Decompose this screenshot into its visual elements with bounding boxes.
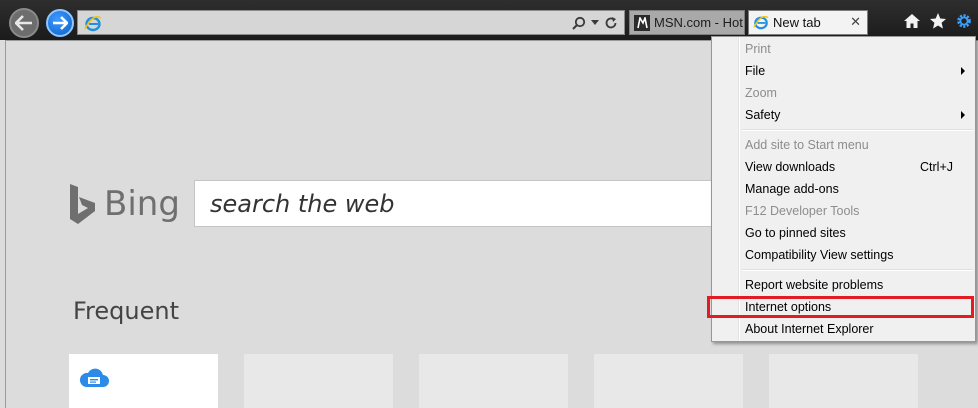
menu-item-manage-add-ons[interactable]: Manage add-ons	[712, 178, 975, 200]
menu-item-label: File	[745, 64, 766, 78]
menu-item-view-downloads[interactable]: View downloads Ctrl+J	[712, 156, 975, 178]
submenu-arrow-icon	[961, 67, 965, 75]
home-icon[interactable]	[903, 12, 921, 30]
menu-item-label: Print	[745, 42, 771, 56]
bing-b-icon	[70, 184, 95, 224]
favorites-star-icon[interactable]	[929, 12, 947, 30]
command-icons	[903, 12, 973, 30]
chevron-down-icon[interactable]	[591, 20, 599, 26]
bing-wordmark: Bing	[104, 184, 180, 224]
frequent-heading: Frequent	[73, 297, 179, 325]
back-button[interactable]	[9, 8, 39, 38]
menu-item-compatibility-view[interactable]: Compatibility View settings	[712, 244, 975, 266]
search-icon[interactable]	[572, 16, 586, 30]
frequent-tile[interactable]	[769, 354, 918, 408]
refresh-icon[interactable]	[604, 16, 618, 30]
menu-item-shortcut: Ctrl+J	[920, 160, 953, 174]
menu-separator	[742, 269, 973, 271]
bing-logo[interactable]: Bing	[69, 183, 180, 225]
menu-item-f12-developer-tools[interactable]: F12 Developer Tools	[712, 200, 975, 222]
tab-msn[interactable]: MSN.com - Hot...	[629, 10, 745, 35]
menu-item-print[interactable]: Print	[712, 38, 975, 60]
menu-item-label: Report website problems	[745, 278, 884, 292]
menu-item-file[interactable]: File	[712, 60, 975, 82]
menu-item-safety[interactable]: Safety	[712, 104, 975, 126]
search-input[interactable]: search the web	[194, 180, 734, 227]
menu-item-label: F12 Developer Tools	[745, 204, 860, 218]
menu-item-label: Compatibility View settings	[745, 248, 894, 262]
browser-toolbar: MSN.com - Hot... New tab ✕	[0, 0, 978, 40]
menu-item-pinned-sites[interactable]: Go to pinned sites	[712, 222, 975, 244]
menu-item-label: Add site to Start menu	[745, 138, 869, 152]
submenu-arrow-icon	[961, 111, 965, 119]
gear-icon[interactable]	[955, 12, 973, 30]
msn-icon	[634, 14, 650, 31]
menu-item-label: Manage add-ons	[745, 182, 839, 196]
menu-item-label: View downloads	[745, 160, 836, 174]
frequent-tile[interactable]	[419, 354, 568, 408]
menu-item-label: About Internet Explorer	[745, 322, 874, 336]
menu-item-report-problems[interactable]: Report website problems	[712, 274, 975, 296]
tab-label: MSN.com - Hot...	[654, 15, 745, 30]
menu-separator	[742, 129, 973, 131]
forward-arrow-icon	[53, 16, 68, 30]
menu-item-label: Go to pinned sites	[745, 226, 846, 240]
menu-item-label: Safety	[745, 108, 781, 122]
frequent-tile[interactable]	[69, 354, 218, 408]
tab-new-tab[interactable]: New tab ✕	[748, 10, 868, 35]
ie-icon	[84, 16, 102, 32]
forward-button[interactable]	[46, 9, 74, 37]
menu-item-about-ie[interactable]: About Internet Explorer	[712, 318, 975, 340]
address-bar[interactable]	[77, 10, 625, 35]
ie-icon	[753, 15, 769, 31]
address-tools	[572, 13, 618, 33]
menu-item-label: Zoom	[745, 86, 777, 100]
tab-label: New tab	[773, 15, 821, 30]
cloud-site-icon	[79, 368, 109, 387]
frequent-tile[interactable]	[594, 354, 743, 408]
menu-item-zoom[interactable]: Zoom	[712, 82, 975, 104]
highlight-annotation	[707, 296, 974, 318]
menu-item-add-site-to-start[interactable]: Add site to Start menu	[712, 134, 975, 156]
search-placeholder[interactable]: search the web	[210, 190, 395, 218]
close-icon[interactable]: ✕	[850, 14, 861, 30]
frequent-tile[interactable]	[244, 354, 393, 408]
back-arrow-icon	[15, 15, 32, 31]
